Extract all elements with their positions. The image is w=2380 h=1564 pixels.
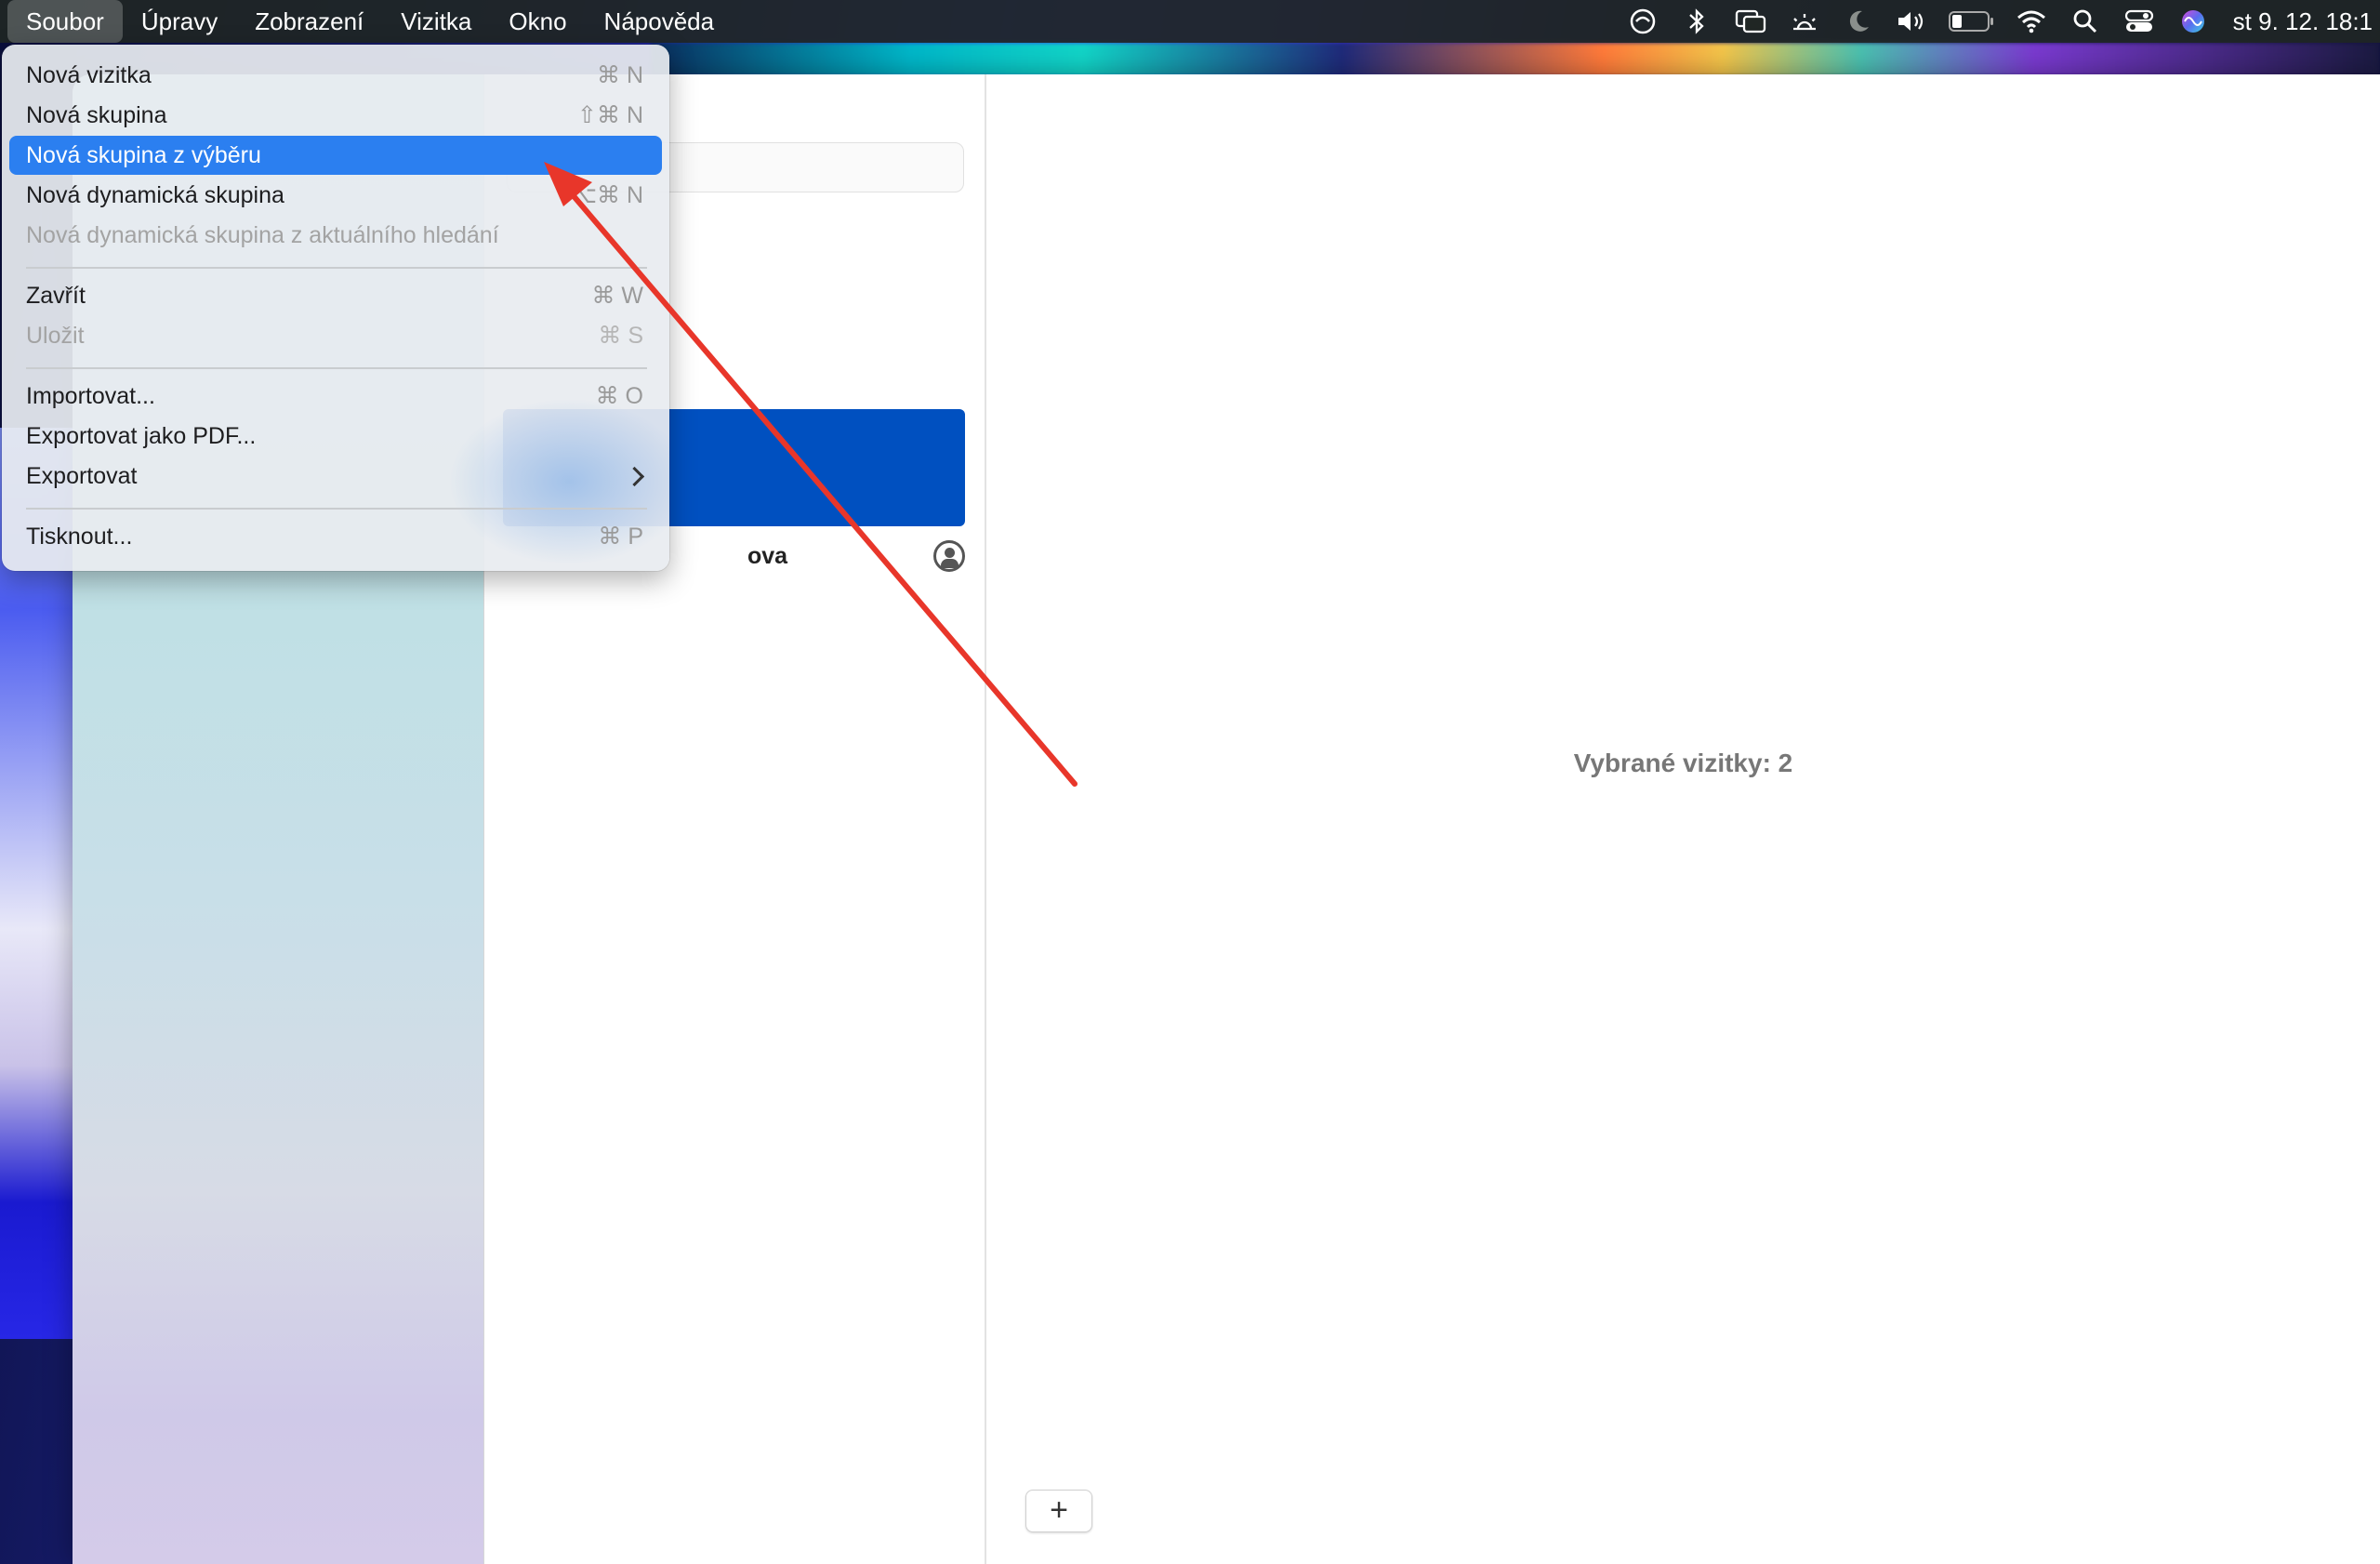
wifi-icon[interactable] — [2011, 0, 2052, 43]
wallpaper-streak — [651, 43, 2380, 76]
contact-name: ova — [747, 542, 788, 569]
menu-item-shortcut: ⌘ W — [591, 283, 643, 309]
menu-vizitka[interactable]: Vizitka — [382, 0, 490, 43]
me-card-icon — [933, 540, 965, 572]
menu-item-label: Zavřít — [26, 282, 86, 309]
menu-item-shortcut: ⌘ P — [598, 524, 643, 550]
menu-item-label: Nová skupina z výběru — [26, 141, 261, 168]
menu-item-shortcut: ⌥⌘ N — [570, 182, 643, 208]
menu-item-close[interactable]: Zavřít ⌘ W — [9, 276, 662, 315]
menu-item-import[interactable]: Importovat... ⌘ O — [9, 377, 662, 416]
menu-item-print[interactable]: Tisknout... ⌘ P — [9, 517, 662, 556]
menu-item-shortcut: ⌘ O — [595, 383, 643, 409]
menu-item-shortcut: ⇧⌘ N — [577, 102, 643, 128]
menu-item-export[interactable]: Exportovat — [9, 457, 662, 496]
time-machine-icon[interactable] — [1622, 0, 1663, 43]
selected-cards-status: Vybrané vizitky: 2 — [1573, 749, 1793, 777]
app-menus: Soubor Úpravy Zobrazení Vizitka Okno Náp… — [0, 0, 733, 43]
status-area: st 9. 12. 18:1 — [1616, 0, 2380, 43]
menu-item-label: Nová skupina — [26, 101, 167, 128]
display-brightness-icon[interactable] — [1784, 0, 1825, 43]
menu-item-shortcut: ⌘ S — [598, 323, 643, 349]
file-menu-dropdown: Nová vizitka ⌘ N Nová skupina ⇧⌘ N Nová … — [2, 45, 669, 571]
menu-item-new-group[interactable]: Nová skupina ⇧⌘ N — [9, 96, 662, 135]
menu-soubor[interactable]: Soubor — [7, 0, 123, 43]
menu-napoveda[interactable]: Nápověda — [586, 0, 734, 43]
spotlight-search-icon[interactable] — [2065, 0, 2106, 43]
menu-item-label: Exportovat jako PDF... — [26, 422, 257, 449]
menu-item-new-smart-group-from-search: Nová dynamická skupina z aktuálního hled… — [9, 216, 662, 255]
menu-item-shortcut: ⌘ N — [597, 62, 643, 88]
control-center-icon[interactable] — [2119, 0, 2160, 43]
menu-upravy[interactable]: Úpravy — [123, 0, 236, 43]
menu-item-new-card[interactable]: Nová vizitka ⌘ N — [9, 56, 662, 95]
menu-bar: Soubor Úpravy Zobrazení Vizitka Okno Náp… — [0, 0, 2380, 43]
menu-zobrazeni[interactable]: Zobrazení — [236, 0, 382, 43]
menu-item-label: Importovat... — [26, 382, 155, 409]
menu-item-label: Nová dynamická skupina z aktuálního hled… — [26, 221, 499, 248]
siri-icon[interactable] — [2173, 0, 2214, 43]
menu-item-label: Exportovat — [26, 462, 138, 489]
menu-separator — [26, 367, 647, 369]
focus-moon-icon[interactable] — [1838, 0, 1879, 43]
menu-item-new-group-from-selection[interactable]: Nová skupina z výběru — [9, 136, 662, 175]
menubar-clock[interactable]: st 9. 12. 18:1 — [2233, 7, 2373, 36]
menu-separator — [26, 508, 647, 510]
menu-okno[interactable]: Okno — [490, 0, 585, 43]
submenu-chevron-icon — [624, 466, 645, 486]
detail-pane: Vybrané vizitky: 2 + — [986, 74, 2380, 1564]
screen-mirroring-icon[interactable] — [1730, 0, 1771, 43]
volume-icon[interactable] — [1892, 0, 1933, 43]
menu-item-new-smart-group[interactable]: Nová dynamická skupina ⌥⌘ N — [9, 176, 662, 215]
battery-icon[interactable] — [1946, 0, 1998, 43]
menu-item-label: Tisknout... — [26, 523, 133, 550]
menu-separator — [26, 267, 647, 269]
menu-item-save: Uložit ⌘ S — [9, 316, 662, 355]
menu-item-label: Nová dynamická skupina — [26, 181, 284, 208]
menu-item-label: Uložit — [26, 322, 85, 349]
menu-item-label: Nová vizitka — [26, 61, 152, 88]
bluetooth-icon[interactable] — [1676, 0, 1717, 43]
menu-item-export-pdf[interactable]: Exportovat jako PDF... — [9, 417, 662, 456]
add-field-button[interactable]: + — [1025, 1490, 1092, 1532]
